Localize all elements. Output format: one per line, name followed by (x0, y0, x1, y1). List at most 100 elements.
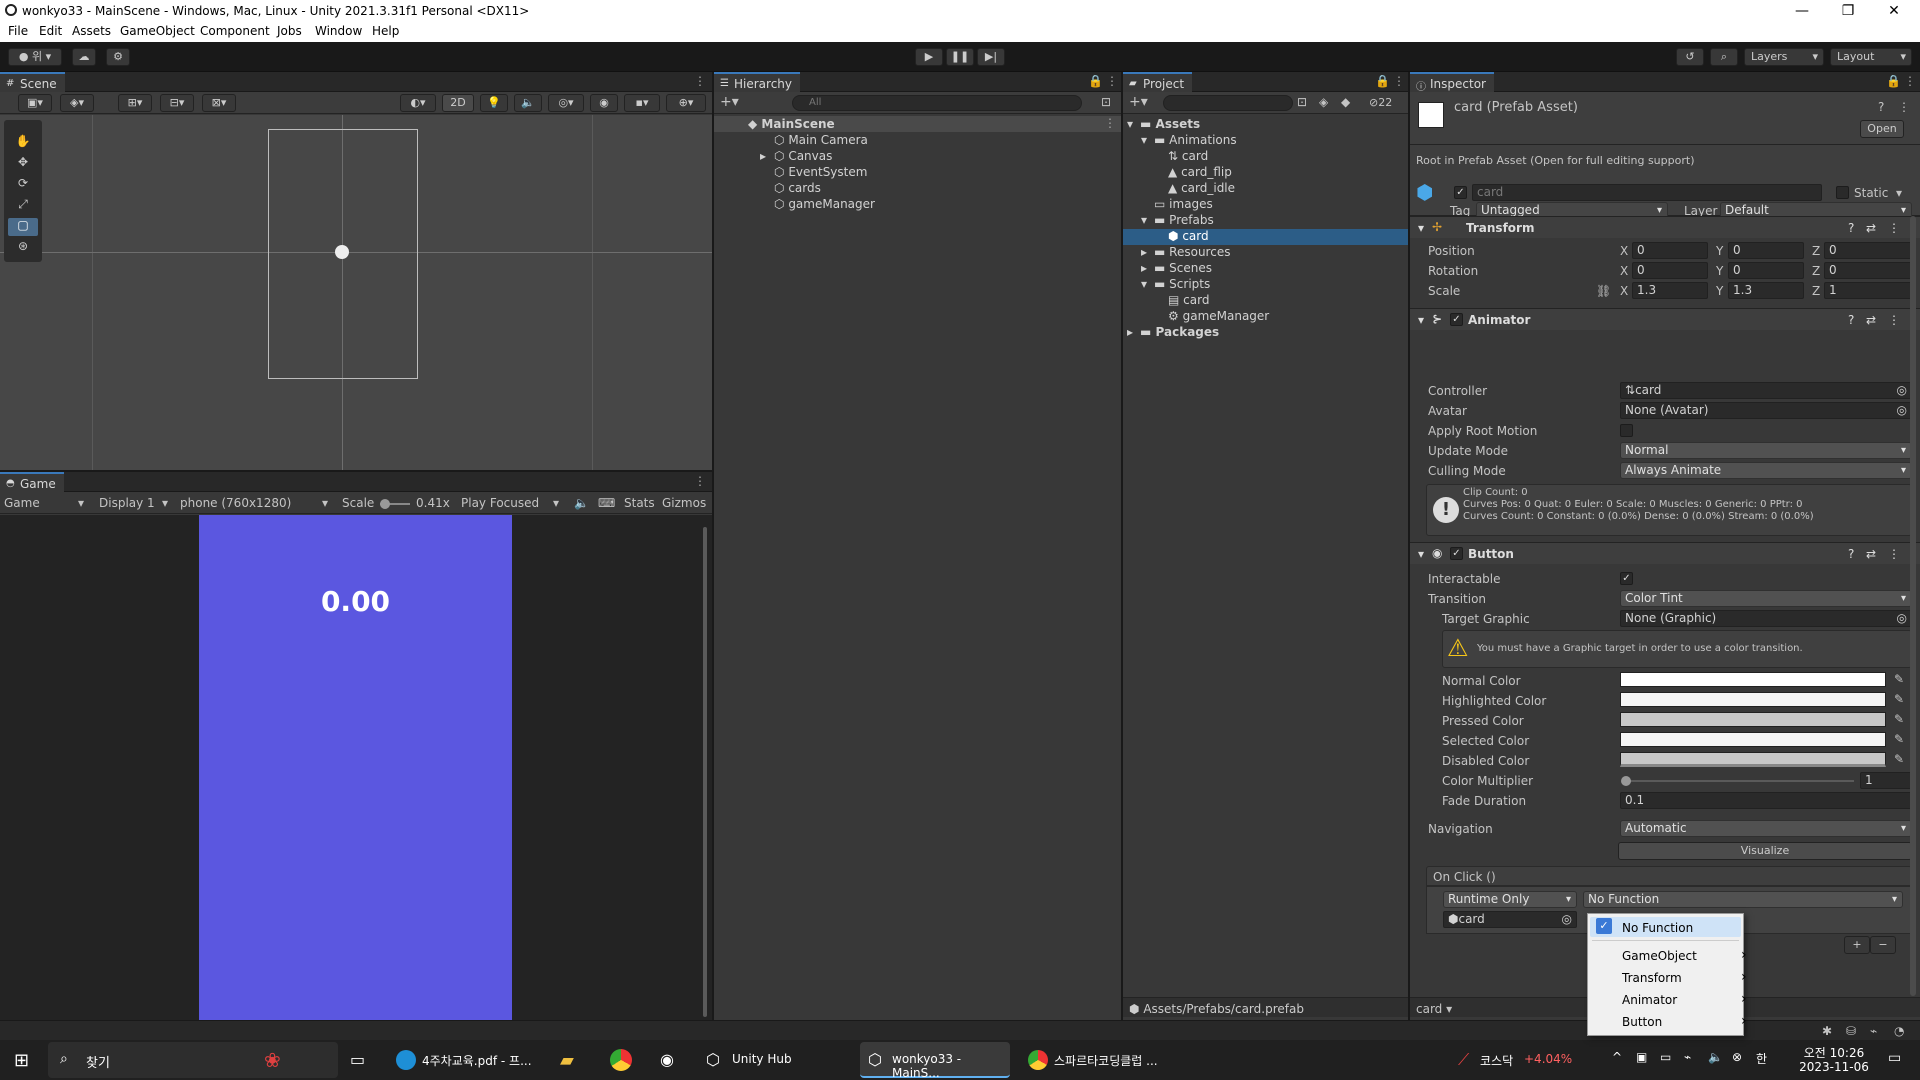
game-view-dropdown[interactable]: Game (4, 496, 40, 510)
scale-x-field[interactable]: 1.3 (1632, 282, 1708, 299)
hand-tool-icon[interactable]: ✋ (8, 134, 38, 152)
navigation-dropdown[interactable]: Automatic (1620, 820, 1912, 837)
preset-icon[interactable]: ⇄ (1866, 313, 1876, 327)
resolution-dropdown[interactable]: phone (760x1280) (180, 496, 291, 510)
display-dropdown[interactable]: Display 1 (99, 496, 155, 510)
selected-color-swatch[interactable] (1620, 732, 1886, 747)
highlighted-color-swatch[interactable] (1620, 692, 1886, 707)
pause-button[interactable]: ❚❚ (946, 48, 974, 66)
kebab-icon[interactable]: ⋮ (694, 74, 706, 88)
layers-dropdown[interactable]: Layers ▾ (1744, 48, 1824, 66)
effects-dropdown[interactable]: ◎▾ (548, 94, 584, 112)
kebab-icon[interactable]: ⋮ (1104, 116, 1116, 130)
camera-dropdown[interactable]: ▪▾ (624, 94, 660, 112)
position-z-field[interactable]: 0 (1824, 242, 1912, 259)
folder-prefabs[interactable]: ▬ Prefabs (1154, 213, 1214, 227)
popup-item-gameobject[interactable]: GameObject (1622, 947, 1746, 963)
animator-enabled-checkbox[interactable]: ✓ (1450, 313, 1463, 326)
collapse-arrow-icon[interactable]: ▾ (1418, 221, 1424, 235)
folder-animations[interactable]: ▬ Animations (1154, 133, 1237, 147)
kebab-icon[interactable]: ⋮ (1106, 74, 1118, 88)
menu-window[interactable]: Window (315, 24, 362, 38)
help-icon[interactable]: ? (1848, 221, 1854, 235)
notification-icon[interactable]: ▭ (1888, 1050, 1901, 1066)
tab-inspector[interactable]: ⓘ Inspector (1410, 72, 1494, 93)
audio-toggle[interactable]: 🔈 (514, 94, 542, 112)
collapse-arrow-icon[interactable]: ▾ (1141, 277, 1147, 291)
asset-item[interactable]: ▤ card (1168, 293, 1209, 307)
normal-color-swatch[interactable] (1620, 672, 1886, 687)
folder-resources[interactable]: ▬ Resources (1154, 245, 1230, 259)
lighting-toggle[interactable]: 💡 (480, 94, 508, 112)
collapse-arrow-icon[interactable]: ▾ (1418, 313, 1424, 327)
rect-tool-icon[interactable]: ▢ (8, 218, 38, 236)
rotation-y-field[interactable]: 0 (1728, 262, 1804, 279)
rotate-tool-icon[interactable]: ⟳ (8, 176, 38, 194)
eyedropper-icon[interactable]: ✎ (1894, 712, 1904, 726)
selected-asset-row[interactable] (1123, 229, 1408, 245)
open-prefab-button[interactable]: Open (1860, 120, 1904, 138)
menu-component[interactable]: Component (200, 24, 270, 38)
preset-icon[interactable]: ⇄ (1866, 547, 1876, 561)
transition-dropdown[interactable]: Color Tint (1620, 590, 1912, 607)
popup-item-animator[interactable]: Animator (1622, 991, 1747, 1007)
lock-icon[interactable]: 🔒 (1088, 74, 1103, 88)
hierarchy-item[interactable]: ⬡ gameManager (774, 197, 875, 211)
taskbar-app-pdf[interactable]: 4주차교육.pdf - 프... (390, 1042, 540, 1078)
folder-images[interactable]: ▭ images (1154, 197, 1213, 211)
eyedropper-icon[interactable]: ✎ (1894, 752, 1904, 766)
tab-project[interactable]: ▰ Project (1123, 72, 1193, 92)
object-name-field[interactable]: card (1472, 184, 1822, 201)
add-event-button[interactable]: + (1844, 936, 1870, 954)
hierarchy-item[interactable]: ⬡ Canvas (774, 149, 832, 163)
scale-tool-icon[interactable]: ⤢ (8, 197, 38, 215)
mute-audio-icon[interactable]: 🔈 (574, 496, 589, 510)
close-button[interactable]: ✕ (1872, 0, 1916, 22)
help-icon[interactable]: ? (1878, 100, 1884, 114)
culling-mode-dropdown[interactable]: Always Animate (1620, 462, 1912, 479)
scene-root[interactable]: ◆ MainScene (748, 117, 835, 131)
avatar-field[interactable]: None (Avatar) ◎ (1620, 402, 1912, 419)
collapse-arrow-icon[interactable]: ▾ (1418, 547, 1424, 561)
expand-arrow-icon[interactable]: ▸ (760, 149, 766, 163)
target-graphic-field[interactable]: None (Graphic) ◎ (1620, 610, 1912, 627)
scale-z-field[interactable]: 1 (1824, 282, 1912, 299)
draw-mode-dropdown[interactable]: ▣▾ (18, 94, 52, 112)
keyboard-icon[interactable]: ⌨ (598, 496, 615, 510)
tray-display-icon[interactable]: ▭ (1660, 1050, 1671, 1064)
help-icon[interactable]: ? (1848, 313, 1854, 327)
ime-icon[interactable]: 한 (1756, 1050, 1767, 1067)
folder-assets[interactable]: ▬ Assets (1140, 117, 1200, 131)
pressed-color-swatch[interactable] (1620, 712, 1886, 727)
remove-event-button[interactable]: − (1870, 936, 1896, 954)
rotation-z-field[interactable]: 0 (1824, 262, 1912, 279)
menu-edit[interactable]: Edit (39, 24, 62, 38)
tab-game[interactable]: ◓ Game (0, 472, 64, 492)
bug-icon[interactable]: ✱ (1822, 1024, 1832, 1038)
gizmos-dropdown[interactable]: ⊕▾ (666, 94, 706, 112)
transform-tool-icon[interactable]: ⊛ (8, 239, 38, 257)
search-filter-icon[interactable]: ⊡ (1101, 95, 1111, 109)
game-scrollbar[interactable] (703, 527, 707, 1017)
kebab-icon[interactable]: ⋮ (1888, 313, 1900, 327)
menu-gameobject[interactable]: GameObject (120, 24, 195, 38)
taskbar-app-chrome[interactable]: 스파르타코딩클럽 ... (1022, 1042, 1172, 1078)
windows-start-icon[interactable]: ⊞ (14, 1050, 29, 1071)
taskbar-app-unity-hub[interactable]: ⬡ Unity Hub (700, 1042, 850, 1078)
game-viewport[interactable]: 0.00 (0, 515, 712, 1020)
menu-file[interactable]: File (8, 24, 28, 38)
inspector-scrollbar[interactable] (1910, 216, 1916, 996)
stock-name[interactable]: 코스닥 (1480, 1052, 1513, 1069)
folder-packages[interactable]: ▬ Packages (1140, 325, 1219, 339)
grid-snap-dropdown[interactable]: ⊟▾ (160, 94, 194, 112)
color-multiplier-slider[interactable] (1621, 776, 1854, 786)
hierarchy-item[interactable]: ⬡ cards (774, 181, 821, 195)
tray-close-icon[interactable]: ⊗ (1732, 1050, 1742, 1064)
step-button[interactable]: ▶| (977, 48, 1005, 66)
eyedropper-icon[interactable]: ✎ (1894, 692, 1904, 706)
asset-item[interactable]: ▲ card_flip (1168, 165, 1232, 179)
move-tool-icon[interactable]: ✥ (8, 155, 38, 173)
constrain-proportions-icon[interactable]: ⛓ (1596, 284, 1611, 298)
tab-scene[interactable]: # Scene (0, 72, 65, 92)
position-x-field[interactable]: 0 (1632, 242, 1708, 259)
